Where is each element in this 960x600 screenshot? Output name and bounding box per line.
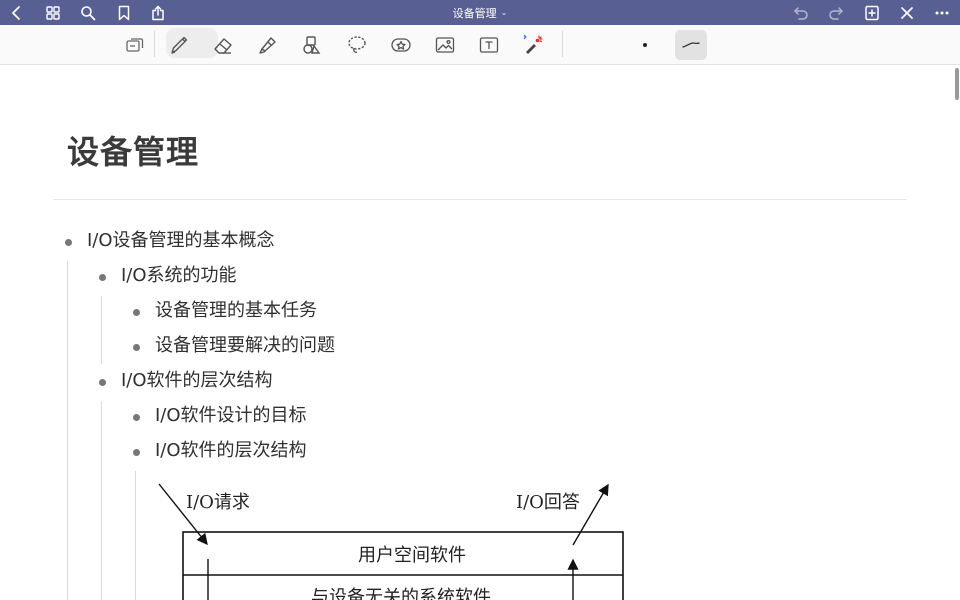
lasso-icon[interactable] [341,29,373,61]
indent-guide [101,401,102,600]
toolbar-separator [154,31,155,57]
bookmark-icon[interactable] [112,0,136,25]
app-window: 设备管理 ⌄ 设备管理 I/O设备管理的基本概念 I/O系统的功能 设备管理的基… [0,0,960,600]
eraser-icon[interactable] [207,29,239,61]
top-bar: 设备管理 ⌄ [0,0,960,25]
outline-item-level-3[interactable]: 设备管理的基本任务 [133,300,317,322]
outline-item-level-2[interactable]: I/O软件的层次结构 [99,370,273,392]
undo-icon[interactable] [789,0,813,25]
bullet [99,274,106,281]
io-layer-diagram: I/O请求 I/O回答 用户空间软件 与设备无关的系统软件 [150,414,630,600]
outline-item-level-1[interactable]: I/O设备管理的基本概念 [65,230,275,252]
chevron-down-icon: ⌄ [500,8,508,17]
bullet [133,344,140,351]
toolbar-separator [562,31,563,57]
sticker-icon[interactable] [385,29,417,61]
share-icon[interactable] [146,0,170,25]
redo-icon[interactable] [824,0,848,25]
bullet [133,309,140,316]
highlighter-icon[interactable] [252,29,284,61]
text-icon[interactable] [473,29,505,61]
layer-user-space: 用户空间软件 [358,545,466,566]
outline-text: 设备管理要解决的问题 [155,335,335,356]
annotation-toolbar [0,25,960,65]
image-icon[interactable] [429,29,461,61]
pen-icon[interactable] [163,29,195,61]
close-icon[interactable] [895,0,919,25]
outline-text: I/O软件的层次结构 [121,370,273,391]
title-divider [53,199,907,200]
indent-guide [135,471,136,600]
outline-text: 设备管理的基本任务 [155,300,317,321]
document-title-menu: 设备管理 ⌄ [0,0,960,25]
io-request-label: I/O请求 [186,492,250,513]
shapes-icon[interactable] [296,29,328,61]
pen-size-dot[interactable] [629,29,661,61]
vertical-scrollbar[interactable] [955,68,959,100]
bullet [99,379,106,386]
outline-item-level-2[interactable]: I/O系统的功能 [99,265,237,287]
outline-text: I/O设备管理的基本概念 [87,230,275,251]
add-page-icon[interactable] [860,0,884,25]
outline-item-level-3[interactable]: 设备管理要解决的问题 [133,335,335,357]
bullet [65,239,72,246]
page-title: 设备管理 [67,133,200,171]
more-icon[interactable] [930,0,954,25]
layer-device-independent: 与设备无关的系统软件 [311,587,491,600]
back-icon[interactable] [5,0,29,25]
document-title: 设备管理 [452,6,497,20]
search-icon[interactable] [76,0,100,25]
page-toggle-icon[interactable] [119,29,151,61]
stroke-style-icon[interactable] [675,30,707,60]
io-reply-label: I/O回答 [516,492,580,513]
bullet [133,414,140,421]
outline-text: I/O系统的功能 [121,265,237,286]
indent-guide [101,296,102,364]
grid-icon[interactable] [41,0,65,25]
indent-guide [67,261,68,600]
bullet [133,449,140,456]
laser-pointer-icon[interactable] [517,29,549,61]
title-dropdown[interactable]: 设备管理 ⌄ [453,5,508,21]
